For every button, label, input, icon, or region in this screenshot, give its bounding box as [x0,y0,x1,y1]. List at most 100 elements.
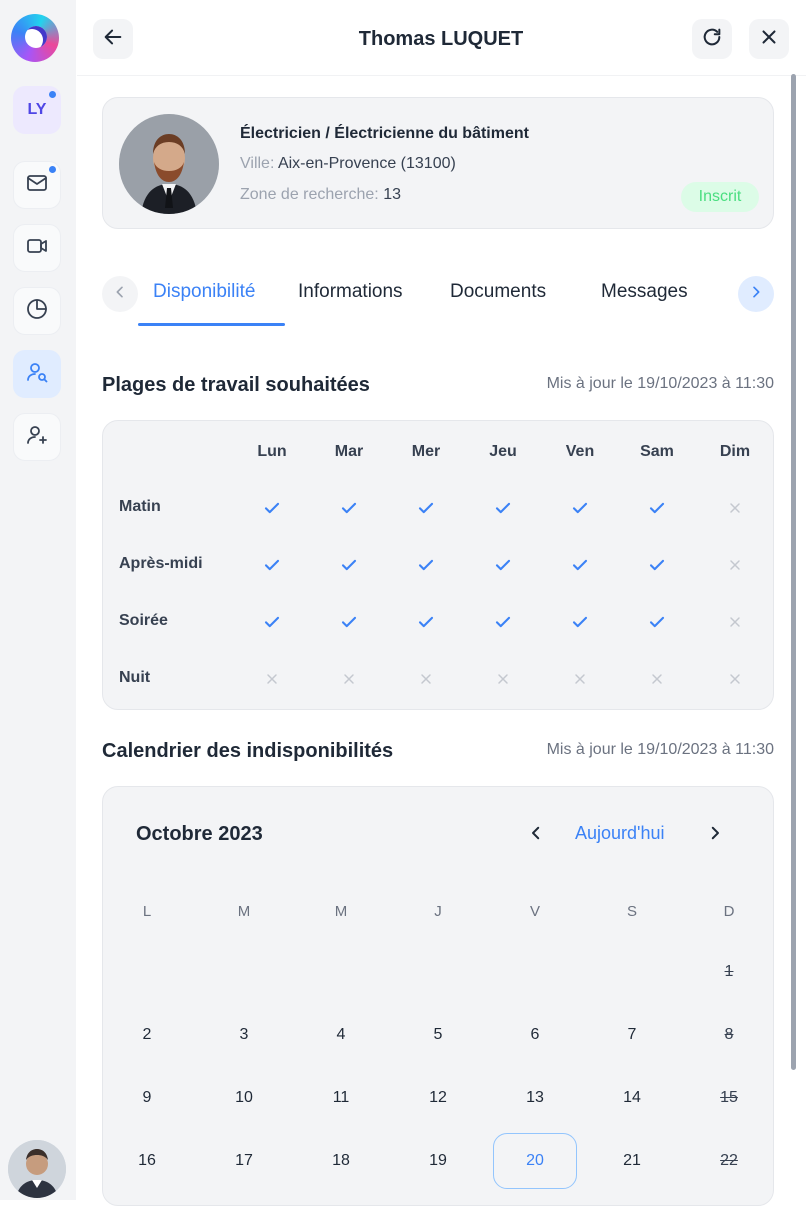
time-slot-label: Nuit [119,669,151,686]
candidate-photo [119,114,219,214]
video-icon [25,234,49,263]
check-icon [568,610,592,634]
cross-icon [414,667,438,691]
tab-messages[interactable]: Messages [601,281,688,303]
sidebar-item-mail[interactable] [13,161,61,209]
calendar-month: Octobre 2023 [136,823,263,845]
availability-updated: Mis à jour le 19/10/2023 à 11:30 [546,375,774,392]
app-logo[interactable] [11,14,59,62]
city-value: Aix-en-Provence (13100) [277,155,456,172]
weekday-header: M [237,903,251,920]
user-search-icon [25,360,49,389]
check-icon [645,496,669,520]
calendar-day[interactable]: 5 [396,1007,480,1063]
chevron-left-icon [112,284,128,305]
check-icon [491,610,515,634]
back-button[interactable] [93,19,133,59]
check-icon [491,553,515,577]
cross-icon [723,496,747,520]
day-header: Ven [565,443,595,460]
calendar-day[interactable]: 1 [687,944,771,1000]
calendar-day[interactable]: 18 [299,1133,383,1189]
check-icon [414,610,438,634]
weekday-header: J [434,903,442,920]
calendar-day[interactable]: 15 [687,1070,771,1126]
weekday-header: M [334,903,348,920]
current-user-avatar[interactable] [8,1140,66,1198]
calendar-day[interactable]: 11 [299,1070,383,1126]
cross-icon [723,610,747,634]
check-icon [414,496,438,520]
candidate-panel: Thomas LUQUET Électricien / Électricienn… [77,0,806,1206]
sidebar-item-search-candidates[interactable] [13,350,61,398]
calendar-day[interactable]: 7 [590,1007,674,1063]
tab-documents[interactable]: Documents [450,281,546,303]
sidebar: LY [0,0,76,1200]
calendar-day[interactable]: 16 [105,1133,189,1189]
calendar-day[interactable]: 19 [396,1133,480,1189]
availability-grid: Lun Mar Mer Jeu Ven Sam Dim Matin Après-midi Soir… [102,420,774,710]
cross-icon [260,667,284,691]
refresh-button[interactable] [692,19,732,59]
calendar-day[interactable]: 2 [105,1007,189,1063]
arrow-left-icon [102,26,124,53]
calendar-day[interactable]: 9 [105,1070,189,1126]
cross-icon [568,667,592,691]
chart-pie-icon [25,297,49,326]
cross-icon [723,667,747,691]
calendar-day[interactable]: 12 [396,1070,480,1126]
city-label: Ville: [240,155,275,172]
zone-line: Zone de recherche: 13 [240,186,401,204]
unavailability-calendar: Octobre 2023 Aujourd'hui LMMJVSD12345678… [102,786,774,1206]
chevron-right-icon [706,824,724,847]
tabs-prev-button[interactable] [102,276,138,312]
status-badge: Inscrit [681,182,759,212]
scrollbar[interactable] [791,74,796,1070]
day-header: Dim [719,443,751,460]
profile-card: Électricien / Électricienne du bâtiment … [102,97,774,229]
active-tab-indicator [138,323,285,326]
check-icon [645,553,669,577]
calendar-prev-button[interactable] [524,823,548,847]
tab-disponibilite[interactable]: Disponibilité [153,281,255,303]
today-button[interactable]: Aujourd'hui [575,823,665,844]
check-icon [568,553,592,577]
calendar-day[interactable]: 10 [202,1070,286,1126]
calendar-day[interactable]: 6 [493,1007,577,1063]
weekday-header: D [723,903,735,920]
chevron-left-icon [527,824,545,847]
tab-bar: Disponibilité Informations Documents Mes… [102,268,774,326]
tab-informations[interactable]: Informations [298,281,403,303]
page-title: Thomas LUQUET [358,28,524,50]
sidebar-item-initials[interactable]: LY [13,86,61,134]
calendar-day[interactable]: 22 [687,1133,771,1189]
sidebar-item-video[interactable] [13,224,61,272]
calendar-day[interactable]: 17 [202,1133,286,1189]
calendar-next-button[interactable] [703,823,727,847]
cross-icon [645,667,669,691]
time-slot-label: Après-midi [119,555,203,572]
close-button[interactable] [749,19,789,59]
sidebar-item-stats[interactable] [13,287,61,335]
notification-dot [49,91,56,98]
check-icon [260,610,284,634]
sidebar-item-add-user[interactable] [13,413,61,461]
cross-icon [491,667,515,691]
close-icon [758,26,780,53]
panel-header: Thomas LUQUET [77,0,806,76]
day-header: Lun [257,443,287,460]
calendar-day-today[interactable]: 20 [493,1133,577,1189]
calendar-day[interactable]: 14 [590,1070,674,1126]
weekday-header: V [529,903,540,920]
check-icon [414,553,438,577]
tabs-next-button[interactable] [738,276,774,312]
calendar-day[interactable]: 21 [590,1133,674,1189]
refresh-icon [701,26,723,53]
cross-icon [337,667,361,691]
calendar-day[interactable]: 13 [493,1070,577,1126]
calendar-day[interactable]: 8 [687,1007,771,1063]
weekday-header: S [626,903,637,920]
calendar-day[interactable]: 4 [299,1007,383,1063]
day-header: Jeu [489,443,517,460]
calendar-day[interactable]: 3 [202,1007,286,1063]
